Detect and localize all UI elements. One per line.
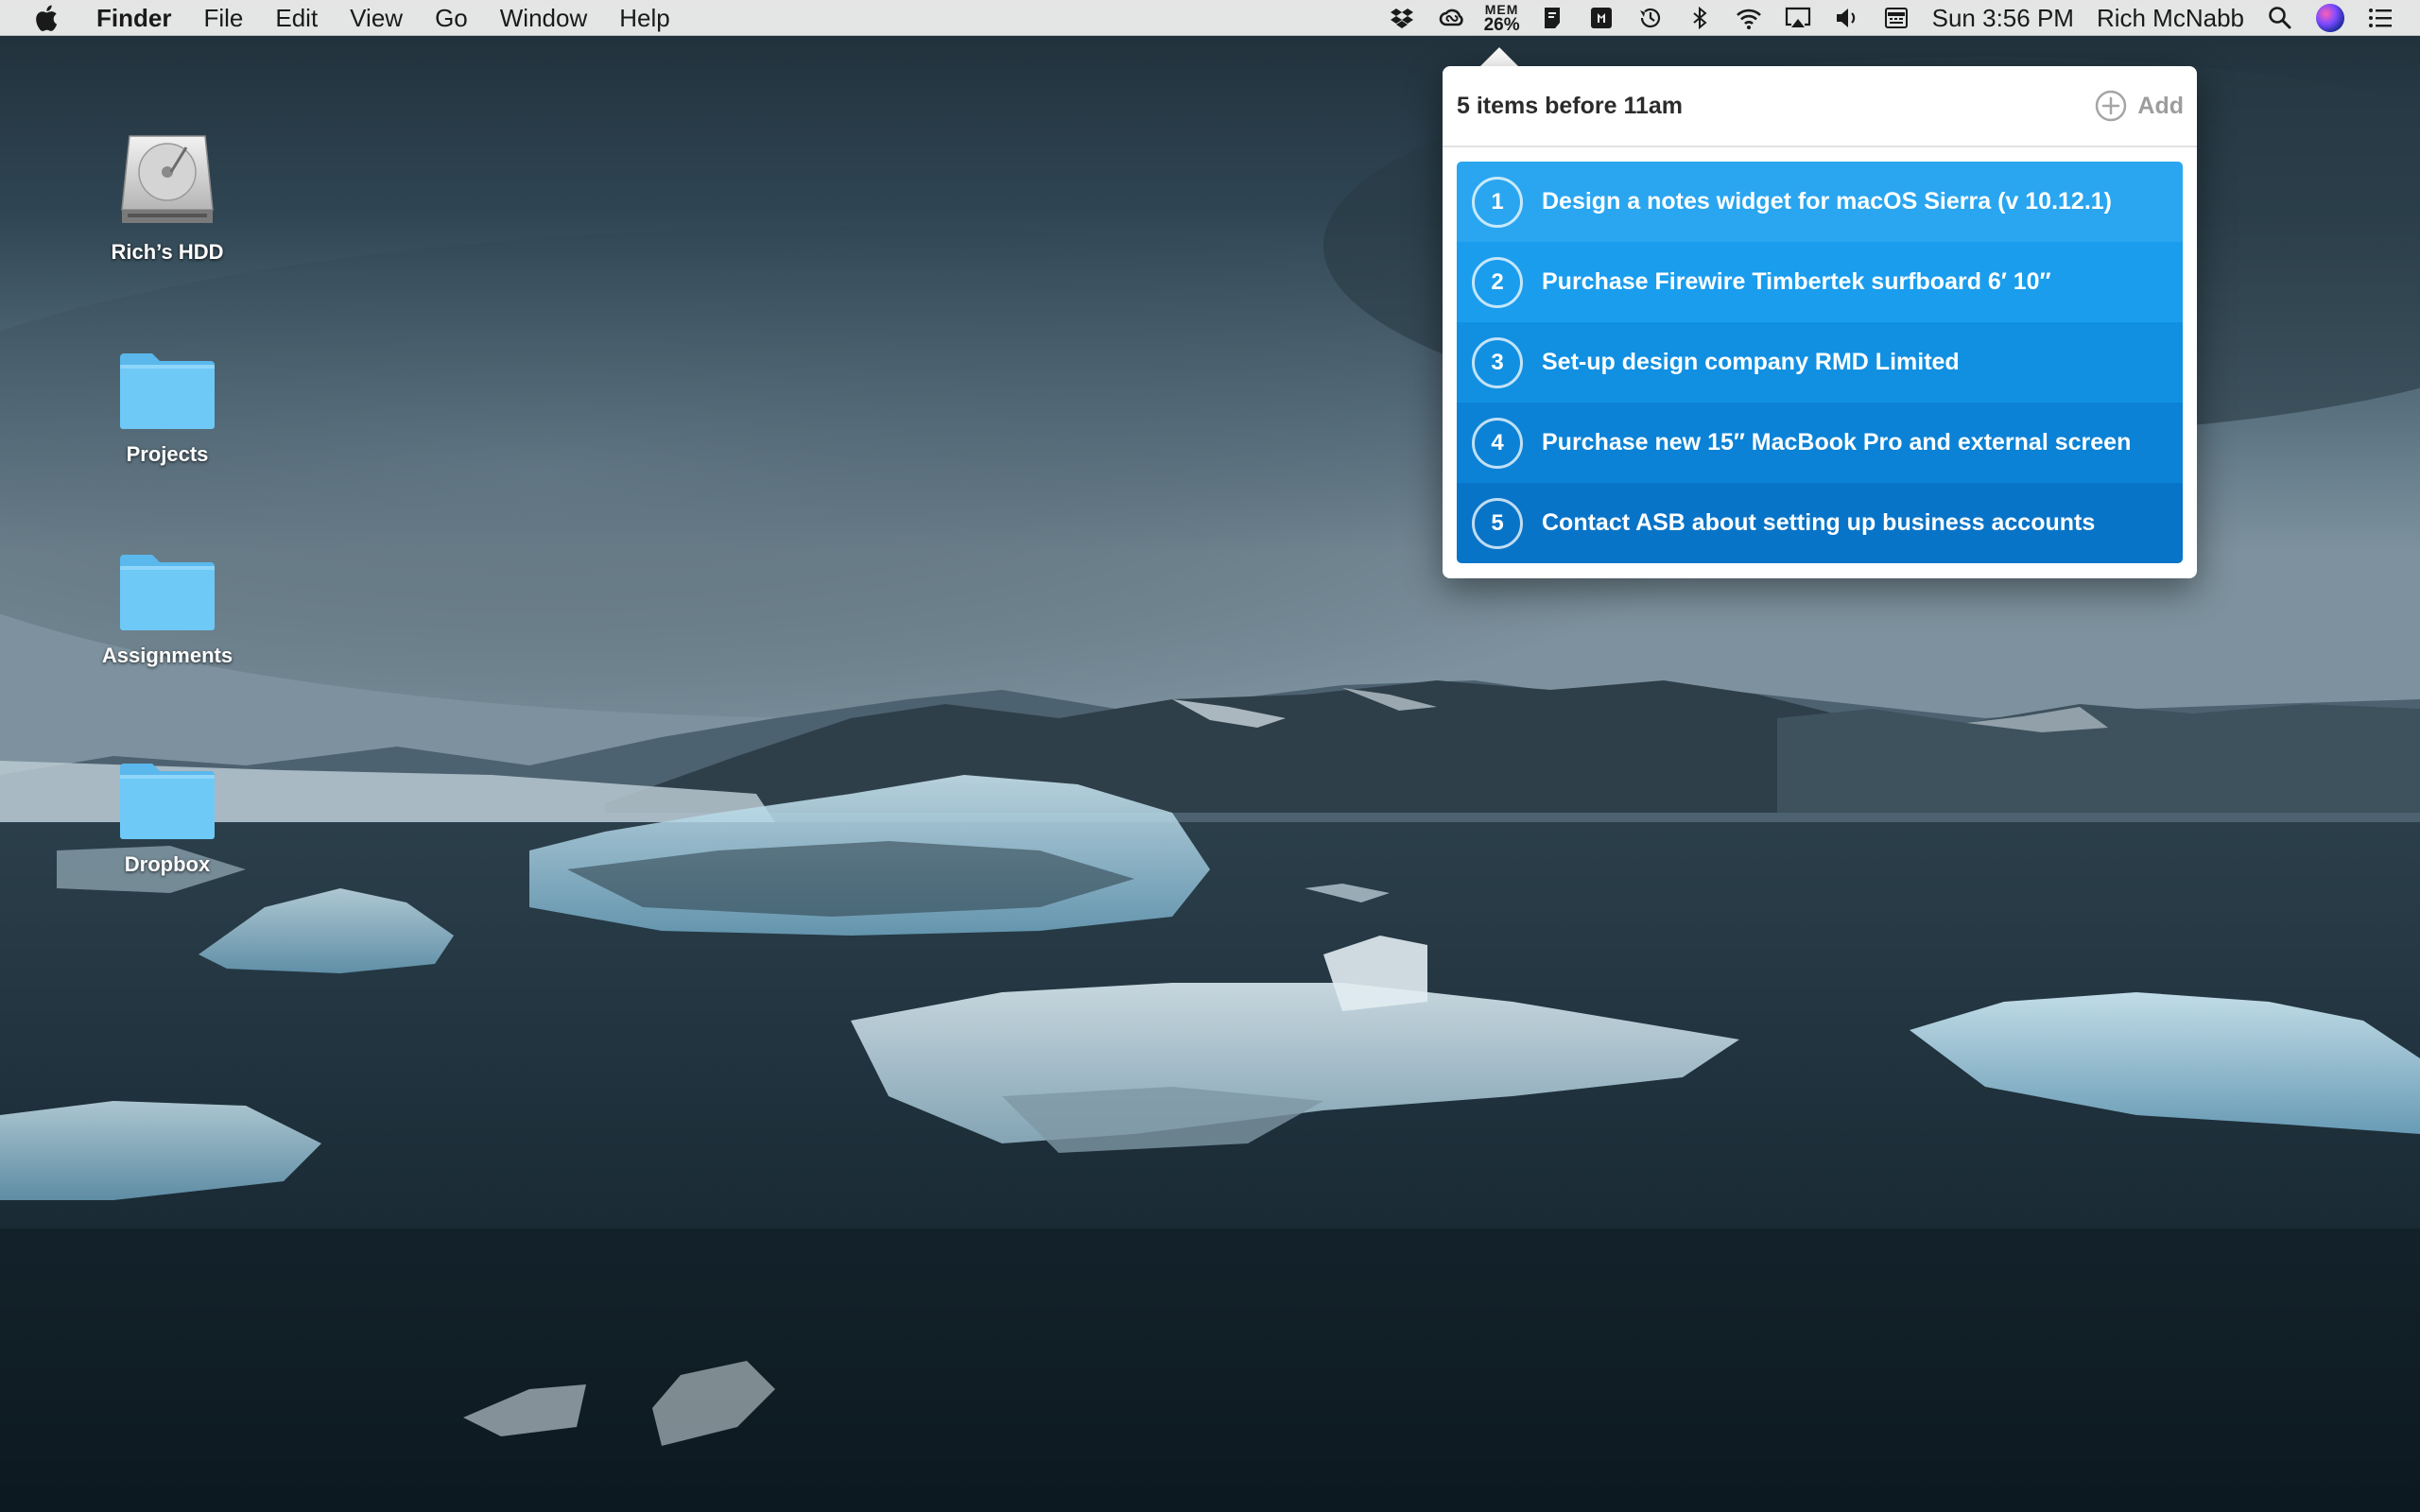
desktop-icon-dropbox[interactable]: Dropbox — [73, 760, 262, 877]
airplay-icon[interactable] — [1779, 0, 1817, 36]
memory-label: MEM — [1484, 1, 1519, 17]
task-item[interactable]: 1 Design a notes widget for macOS Sierra… — [1457, 162, 2183, 242]
fast-user-switching[interactable]: Rich McNabb — [2097, 4, 2244, 33]
wifi-icon[interactable] — [1730, 0, 1768, 36]
folder-icon — [120, 764, 215, 839]
desktop-icon-assignments[interactable]: Assignments — [73, 551, 262, 668]
task-number-badge: 3 — [1472, 336, 1523, 388]
task-number-badge: 1 — [1472, 176, 1523, 228]
menu-file[interactable]: File — [187, 0, 259, 36]
app-menu-finder[interactable]: Finder — [89, 0, 187, 36]
time-machine-icon[interactable] — [1632, 0, 1669, 36]
desktop-icon-label: Dropbox — [124, 852, 211, 876]
add-item-label: Add — [2137, 92, 2184, 119]
task-text: Contact ASB about setting up business ac… — [1542, 509, 2096, 536]
apple-menu-icon[interactable] — [32, 3, 59, 33]
plus-circle-icon — [2096, 90, 2127, 122]
add-item-button[interactable]: Add — [2094, 89, 2184, 123]
desktop-icon-projects[interactable]: Projects — [73, 350, 262, 467]
folder-icon — [120, 353, 215, 429]
menu-window[interactable]: Window — [484, 0, 603, 36]
popover-arrow — [1478, 47, 1520, 68]
task-text: Set-up design company RMD Limited — [1542, 349, 1960, 375]
task-item[interactable]: 2 Purchase Firewire Timbertek surfboard … — [1457, 242, 2183, 322]
task-list: 1 Design a notes widget for macOS Sierra… — [1457, 162, 2183, 563]
dropbox-icon[interactable] — [1384, 0, 1422, 36]
task-item[interactable]: 5 Contact ASB about setting up business … — [1457, 483, 2183, 563]
keyboard-input-icon[interactable] — [1877, 0, 1915, 36]
desktop-icon-hdd[interactable]: Rich’s HDD — [73, 129, 262, 265]
volume-icon[interactable] — [1828, 0, 1866, 36]
menu-help[interactable]: Help — [603, 0, 685, 36]
task-number-badge: 5 — [1472, 497, 1523, 549]
folder-icon — [120, 555, 215, 630]
hard-drive-icon — [121, 135, 214, 223]
popover-header: 5 items before 11am Add — [1443, 66, 2197, 147]
popover-title: 5 items before 11am — [1457, 92, 1684, 119]
desktop-icon-label: Rich’s HDD — [111, 240, 224, 264]
memory-value: 26% — [1483, 14, 1520, 35]
task-number-badge: 4 — [1472, 417, 1523, 469]
desktop-icon-label: Assignments — [101, 644, 233, 667]
bluetooth-icon[interactable] — [1681, 0, 1719, 36]
menu-go[interactable]: Go — [419, 0, 484, 36]
task-item[interactable]: 4 Purchase new 15″ MacBook Pro and exter… — [1457, 403, 2183, 483]
tasks-popover: 5 items before 11am Add 1 Design a notes… — [1443, 66, 2197, 578]
notification-center-icon[interactable] — [2361, 0, 2399, 36]
siri-icon[interactable] — [2316, 4, 2344, 32]
task-item[interactable]: 3 Set-up design company RMD Limited — [1457, 322, 2183, 403]
task-text: Design a notes widget for macOS Sierra (… — [1542, 188, 2112, 215]
task-number-badge: 2 — [1472, 256, 1523, 308]
task-text: Purchase new 15″ MacBook Pro and externa… — [1542, 429, 2132, 455]
memory-meter[interactable]: MEM 26% — [1484, 3, 1520, 34]
spotlight-search-icon[interactable] — [2261, 0, 2299, 36]
menu-view[interactable]: View — [334, 0, 419, 36]
tasks-app-icon[interactable] — [1533, 0, 1571, 36]
menu-bar-clock[interactable]: Sun 3:56 PM — [1932, 4, 2074, 33]
screen-icon[interactable] — [1582, 0, 1620, 36]
desktop-icon-label: Projects — [126, 442, 209, 466]
creative-cloud-icon[interactable] — [1433, 0, 1471, 36]
menu-edit[interactable]: Edit — [259, 0, 334, 36]
task-text: Purchase Firewire Timbertek surfboard 6′… — [1542, 268, 2051, 295]
menu-bar: Finder File Edit View Go Window Help MEM… — [0, 0, 2420, 36]
